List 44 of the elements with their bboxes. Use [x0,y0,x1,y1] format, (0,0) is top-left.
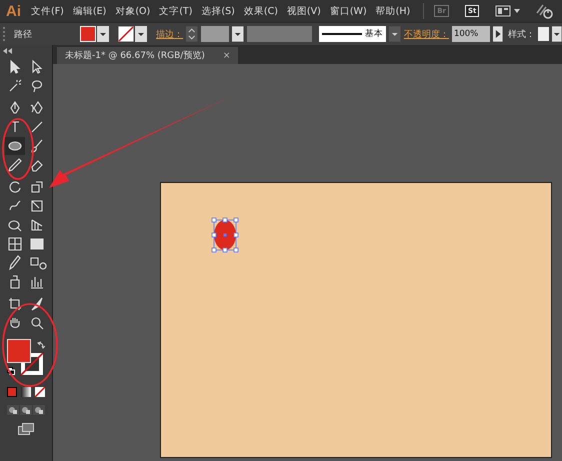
style-swatch[interactable] [538,27,550,41]
opacity-label[interactable]: 不透明度： [404,28,449,40]
no-stroke-swatch[interactable] [118,26,134,42]
fill-stroke-swatches-drawing[interactable] [7,339,45,377]
app-logo: Ai [6,2,21,20]
object-type-label: 路径 [14,28,33,40]
draw-mode-icon[interactable] [33,405,45,415]
opacity-field[interactable]: 100% [452,26,490,42]
layout-icon[interactable] [495,5,522,17]
annotation-circle [2,118,34,180]
gradient-icon[interactable] [21,387,31,397]
default-colors-icon[interactable] [7,367,15,375]
menu-item[interactable]: 视图(V) [286,4,321,18]
fill-swatch[interactable] [80,26,96,42]
menu-item[interactable]: 文字(T) [159,4,192,18]
menu-item[interactable]: 文件(F) [31,4,64,18]
menu-item[interactable]: 编辑(E) [72,4,106,18]
dropdown-icon[interactable] [135,26,148,42]
collapse-icon[interactable] [3,48,13,54]
stroke-preview-icon [322,32,362,36]
dropdown-icon[interactable] [97,26,110,42]
style-label: 样式： [508,28,535,40]
stepper-icon[interactable] [186,26,198,42]
dropdown-icon[interactable] [389,26,401,42]
brush-dropdown[interactable]: 基本 [319,26,386,42]
selected-ellipse[interactable] [211,217,239,253]
menu-item[interactable]: 窗口(W) [330,4,367,18]
sync-icon[interactable] [535,3,556,19]
menu-item[interactable]: 选择(S) [201,4,235,18]
draw-mode-icon[interactable] [20,405,32,415]
swap-icon[interactable] [37,341,45,349]
document-tab[interactable]: 未标题-1* @ 66.67% (RGB/预览) × [57,47,238,64]
color-icon[interactable] [7,387,17,397]
menu-item[interactable]: 对象(O) [115,4,150,18]
dropdown-icon[interactable] [552,26,562,42]
stroke-label[interactable]: 描边： [156,28,184,40]
none-icon[interactable] [35,387,45,397]
menu-item[interactable]: 效果(C) [244,4,278,18]
draw-mode-icon[interactable] [7,405,19,415]
menu-item[interactable]: 帮助(H) [376,4,410,18]
dropdown-icon[interactable] [232,26,244,42]
screen-mode-icon[interactable] [18,423,34,435]
stroke-weight-field[interactable] [200,26,230,42]
close-tab-button[interactable]: × [222,50,230,60]
